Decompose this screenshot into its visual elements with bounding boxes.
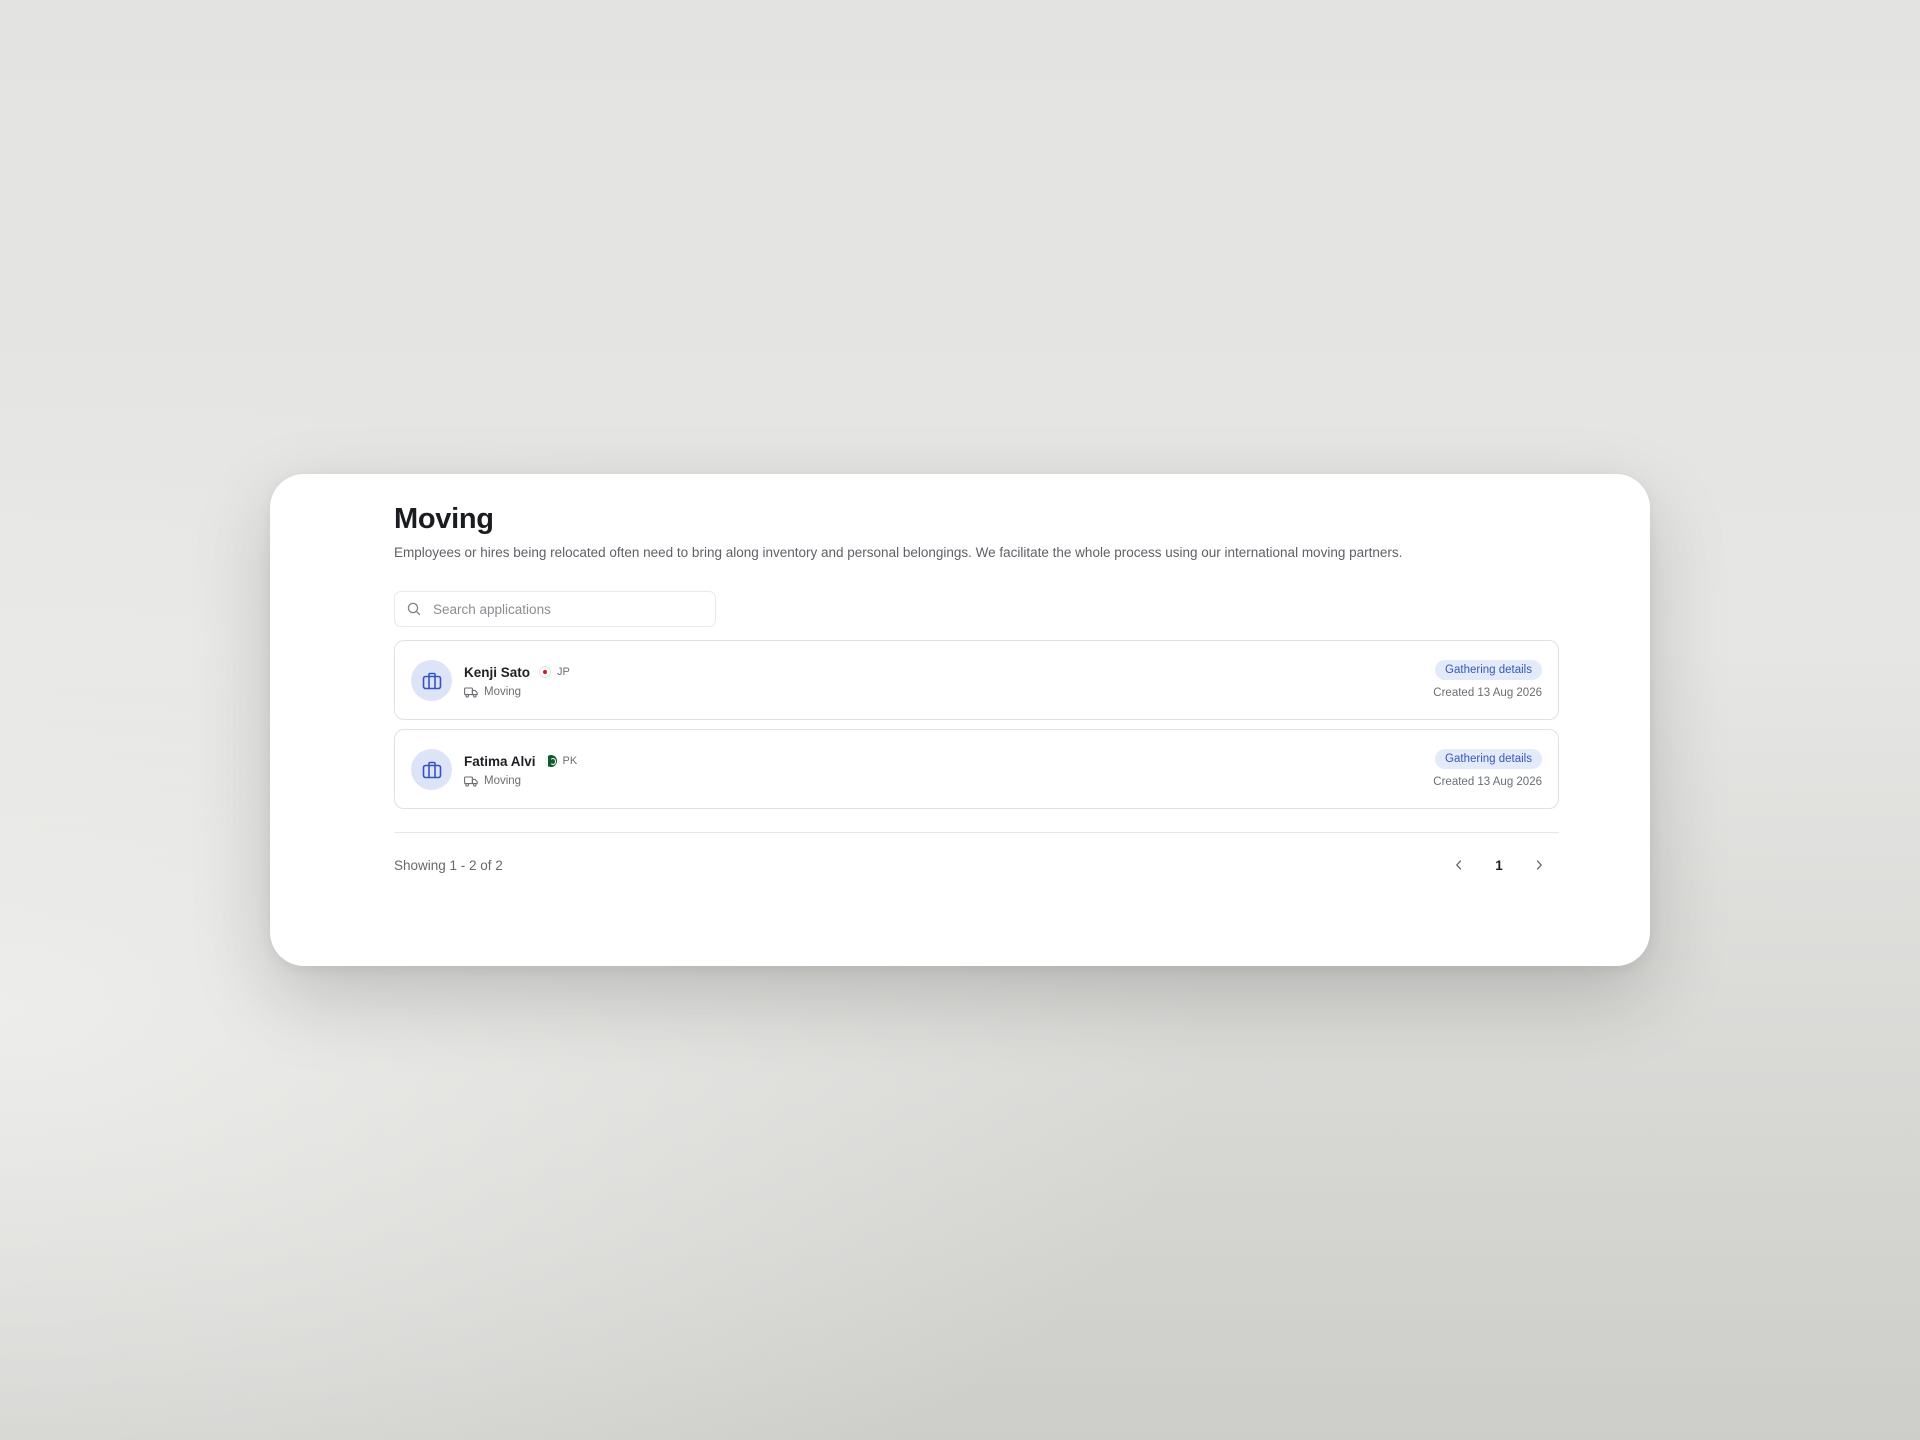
avatar — [411, 660, 452, 701]
application-type: Moving — [484, 775, 522, 787]
next-page-button[interactable] — [1519, 849, 1559, 881]
applicant-name: Fatima Alvi — [464, 753, 536, 769]
pakistan-flag-icon — [544, 755, 557, 767]
truck-icon — [464, 686, 478, 698]
suitcase-icon — [422, 672, 441, 689]
country-code: JP — [557, 666, 570, 678]
page-description: Employees or hires being relocated often… — [394, 545, 1403, 560]
created-date: Created 13 Aug 2026 — [1433, 776, 1542, 788]
avatar — [411, 749, 452, 790]
card-name-row: Fatima Alvi PK — [464, 752, 577, 770]
application-type: Moving — [484, 686, 522, 698]
pagination: 1 — [1439, 849, 1559, 881]
status-badge: Gathering details — [1435, 749, 1542, 769]
page-number-button[interactable]: 1 — [1479, 849, 1519, 881]
current-page-number: 1 — [1495, 857, 1503, 873]
pagination-bar: Showing 1 - 2 of 2 1 — [394, 833, 1559, 897]
search-input[interactable] — [431, 600, 695, 618]
chevron-left-icon — [1456, 860, 1462, 870]
applicant-name: Kenji Sato — [464, 664, 531, 680]
status-badge: Gathering details — [1435, 660, 1542, 680]
prev-page-button[interactable] — [1439, 849, 1479, 881]
card-name-row: Kenji Sato JP — [464, 663, 570, 681]
app-window: Moving Employees or hires being relocate… — [270, 474, 1650, 966]
applications-list: Kenji Sato JP Moving Gathering details C… — [394, 640, 1559, 809]
application-card[interactable]: Fatima Alvi PK Moving Gathering details … — [394, 729, 1559, 809]
application-card[interactable]: Kenji Sato JP Moving Gathering details C… — [394, 640, 1559, 720]
search-icon — [407, 602, 421, 616]
country-code: PK — [562, 755, 578, 767]
card-type-row: Moving — [464, 773, 521, 789]
japan-flag-icon — [539, 666, 552, 678]
truck-icon — [464, 775, 478, 787]
suitcase-icon — [422, 761, 441, 778]
created-date: Created 13 Aug 2026 — [1433, 687, 1542, 699]
showing-count: Showing 1 - 2 of 2 — [394, 857, 503, 873]
card-type-row: Moving — [464, 684, 521, 700]
page-title: Moving — [394, 503, 494, 535]
main-content: Moving Employees or hires being relocate… — [394, 498, 1559, 897]
search-box[interactable] — [394, 591, 716, 627]
chevron-right-icon — [1536, 860, 1542, 870]
